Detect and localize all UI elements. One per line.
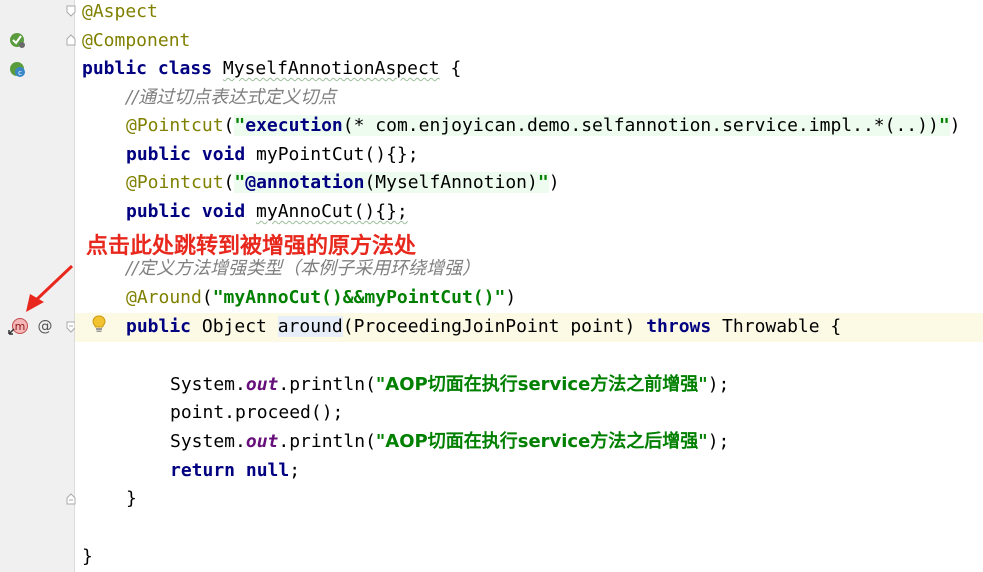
class-system: System. <box>170 431 246 452</box>
method-println: .println( <box>278 431 376 452</box>
pointcut-execution: execution <box>245 115 343 136</box>
annotation-around: @Around <box>126 287 202 308</box>
code-line-7: @Pointcut("@annotation(MyselfAnnotion)") <box>126 168 560 197</box>
annotation-label: 点击此处跳转到被增强的原方法处 <box>86 234 417 259</box>
code-line-17: } <box>126 484 137 513</box>
method-around[interactable]: around <box>277 316 343 337</box>
statement-end: ); <box>707 374 730 395</box>
code-line-5: @Pointcut("execution(* com.enjoyican.dem… <box>126 111 961 140</box>
keyword: public void <box>126 144 257 165</box>
return-type: Object <box>201 316 278 337</box>
annotation-arrow-icon <box>26 264 74 312</box>
paren: ( <box>223 115 235 136</box>
code-line-10: @Around("myAnnoCut()&&myPointCut()") <box>126 283 516 312</box>
class-system: System. <box>170 374 246 395</box>
code-line-1: @Aspect <box>82 0 158 26</box>
comment: //通过切点表达式定义切点 <box>126 87 337 108</box>
pointcut-expression: (* com.enjoyican.demo.selfannotion.servi… <box>342 115 939 136</box>
code-line-14: point.proceed(); <box>170 398 343 427</box>
code-line-19: } <box>82 542 93 571</box>
keyword-throws: throws <box>646 316 712 337</box>
quote: " <box>234 115 246 136</box>
string-literal: "AOP切面在执行service方法之前增强" <box>375 374 708 395</box>
comment: //定义方法增强类型（本例子采用环绕增强） <box>126 258 481 279</box>
statement-end: ); <box>707 431 730 452</box>
around-expression: "myAnnoCut()&&myPointCut()" <box>212 287 506 308</box>
throws-type: Throwable { <box>711 316 842 337</box>
code-line-8: public void myAnnoCut(){}; <box>126 197 408 226</box>
code-line-15: System.out.println("AOP切面在执行service方法之后增… <box>170 427 729 456</box>
field-out: out <box>245 374 279 395</box>
quote: " <box>938 115 950 136</box>
paren: ( <box>201 287 213 308</box>
code-editor[interactable]: @Aspect @Component public class MyselfAn… <box>82 0 983 572</box>
keyword: public void <box>126 201 257 222</box>
keyword-return: return null <box>170 460 290 481</box>
annotation-component: @Component <box>82 30 191 51</box>
pointcut-annotation: @annotation <box>245 172 365 193</box>
closing-brace: } <box>82 546 93 567</box>
keyword: public <box>126 316 202 337</box>
annotation-pointcut: @Pointcut <box>126 172 224 193</box>
code-line-16: return null; <box>170 456 300 485</box>
fold-marker-icon[interactable] <box>66 493 76 505</box>
code-line-4: //通过切点表达式定义切点 <box>126 83 336 112</box>
annotation-aspect: @Aspect <box>82 1 158 22</box>
paren: ) <box>505 287 517 308</box>
method-params: (ProceedingJoinPoint point) <box>342 316 647 337</box>
brace: { <box>439 58 462 79</box>
string-literal: "AOP切面在执行service方法之后增强" <box>375 431 708 452</box>
method-myannocut: myAnnoCut(){}; <box>256 201 408 222</box>
statement-proceed: point.proceed(); <box>170 402 344 423</box>
method-println: .println( <box>278 374 376 395</box>
keyword: public class <box>82 58 223 79</box>
class-name[interactable]: MyselfAnnotionAspect <box>223 58 440 79</box>
svg-text:m: m <box>15 320 26 333</box>
paren: ( <box>223 172 235 193</box>
code-line-11: public Object around(ProceedingJoinPoint… <box>126 312 841 341</box>
code-line-3: public class MyselfAnnotionAspect { <box>82 54 461 83</box>
code-line-13: System.out.println("AOP切面在执行service方法之前增… <box>170 370 729 399</box>
method-mypointcut: myPointCut(){}; <box>256 144 419 165</box>
statement-end: ; <box>289 460 301 481</box>
quote: " <box>234 172 246 193</box>
pointcut-expression: (MyselfAnnotion) <box>364 172 538 193</box>
annotation-pointcut: @Pointcut <box>126 115 224 136</box>
code-line-2: @Component <box>82 26 190 55</box>
code-line-6: public void myPointCut(){}; <box>126 140 419 169</box>
paren: ) <box>949 115 961 136</box>
paren: ) <box>548 172 560 193</box>
closing-brace: } <box>126 488 137 509</box>
field-out: out <box>245 431 279 452</box>
quote: " <box>537 172 549 193</box>
